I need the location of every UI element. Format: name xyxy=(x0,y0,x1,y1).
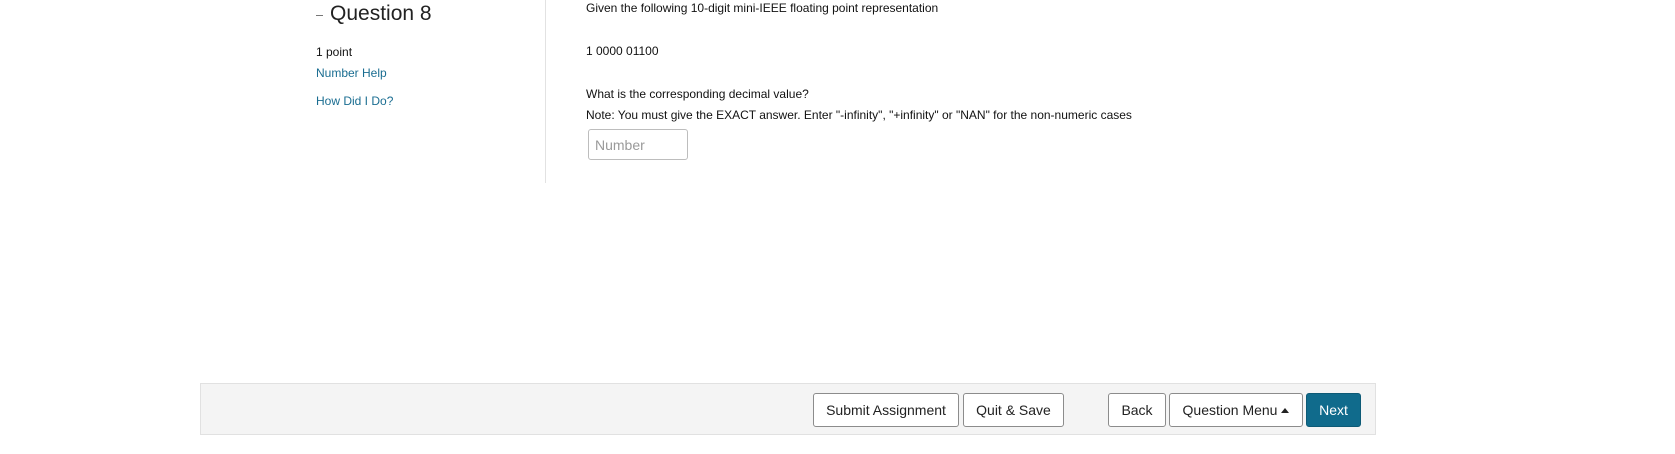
submit-assignment-button[interactable]: Submit Assignment xyxy=(813,393,959,427)
minus-icon[interactable] xyxy=(316,14,323,16)
caret-up-icon xyxy=(1281,408,1290,413)
bit-representation: 1 0000 01100 xyxy=(586,44,659,58)
question-header[interactable]: Question 8 xyxy=(316,0,546,28)
column-divider xyxy=(545,0,546,183)
assignment-footer: Submit Assignment Quit & Save Back Quest… xyxy=(200,383,1376,435)
question-menu-label: Question Menu xyxy=(1182,402,1278,418)
assignment-page: Question 8 1 point Number Help How Did I… xyxy=(0,0,1675,454)
number-help-link[interactable]: Number Help xyxy=(316,66,546,80)
question-menu-button[interactable]: Question Menu xyxy=(1169,393,1303,427)
how-did-i-do-link[interactable]: How Did I Do? xyxy=(316,94,546,108)
back-button[interactable]: Back xyxy=(1108,393,1166,427)
next-button[interactable]: Next xyxy=(1306,393,1361,427)
question-points: 1 point xyxy=(316,45,353,59)
question-title: Question 8 xyxy=(330,2,432,25)
question-sidebar: Question 8 1 point Number Help How Did I… xyxy=(316,0,546,108)
question-prompt: What is the corresponding decimal value? xyxy=(586,87,809,101)
question-intro-text: Given the following 10-digit mini-IEEE f… xyxy=(586,1,939,15)
quit-and-save-button[interactable]: Quit & Save xyxy=(963,393,1064,427)
answer-note: Note: You must give the EXACT answer. En… xyxy=(586,108,1132,122)
answer-number-input[interactable] xyxy=(588,129,688,160)
